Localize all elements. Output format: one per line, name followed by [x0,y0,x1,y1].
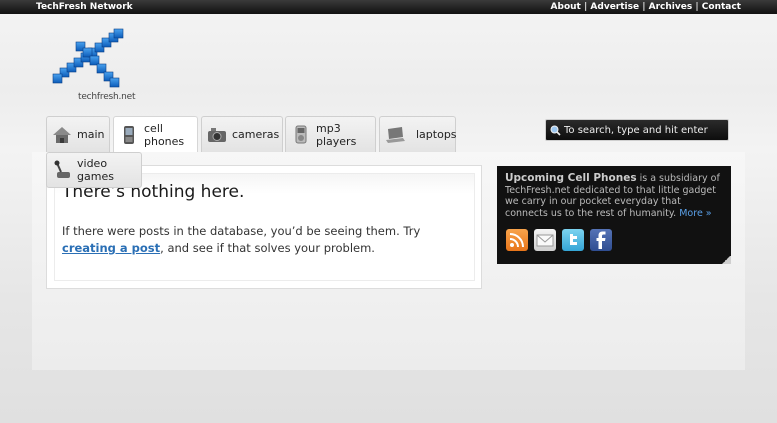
network-bar: TechFresh Network About | Advertise | Ar… [0,0,777,14]
search-box[interactable] [545,119,729,141]
network-title: TechFresh Network [36,2,133,12]
advertise-link[interactable]: Advertise [590,2,639,12]
sidebar-title: Upcoming Cell Phones [505,172,637,184]
sidebar-corner [721,256,731,264]
create-post-link[interactable]: creating a post [62,241,160,255]
logo-text: techfresh.net [78,92,136,102]
laptop-icon [386,126,405,143]
house-icon [53,126,71,143]
logo-cubes-icon [52,28,124,88]
facebook-icon[interactable] [590,229,612,251]
more-link[interactable]: More » [679,208,711,219]
camera-icon [208,127,226,142]
search-icon [550,125,561,136]
tab-cell-phones[interactable]: cell phones [113,116,198,152]
about-link[interactable]: About [551,2,581,12]
mp3-player-icon [295,125,307,143]
tab-cameras[interactable]: cameras [201,116,283,152]
tab-label: mp3 players [316,121,357,148]
tab-main[interactable]: main [46,116,110,152]
tab-label: cameras [232,128,280,141]
social-icons [506,229,612,251]
joystick-icon [54,160,70,178]
tab-laptops[interactable]: laptops [379,116,457,152]
contact-link[interactable]: Contact [702,2,741,12]
email-icon[interactable] [534,229,556,251]
phone-icon [124,125,134,144]
tab-label: main [77,128,105,141]
twitter-icon[interactable] [562,229,584,251]
post-body: If there were posts in the database, you… [62,224,421,255]
top-links: About | Advertise | Archives | Contact [550,2,741,12]
search-input[interactable] [564,124,724,136]
rss-icon[interactable] [506,229,528,251]
tab-label: cell phones [144,121,185,148]
site-logo[interactable]: techfresh.net [50,28,145,106]
archives-link[interactable]: Archives [649,2,693,12]
tab-mp3-players[interactable]: mp3 players [285,116,376,152]
sidebar-about-box: Upcoming Cell Phones is a subsidiary of … [497,166,731,264]
tab-video-games[interactable]: video games [46,152,142,188]
tab-label: laptops [416,128,457,141]
tab-label: video games [77,157,114,183]
